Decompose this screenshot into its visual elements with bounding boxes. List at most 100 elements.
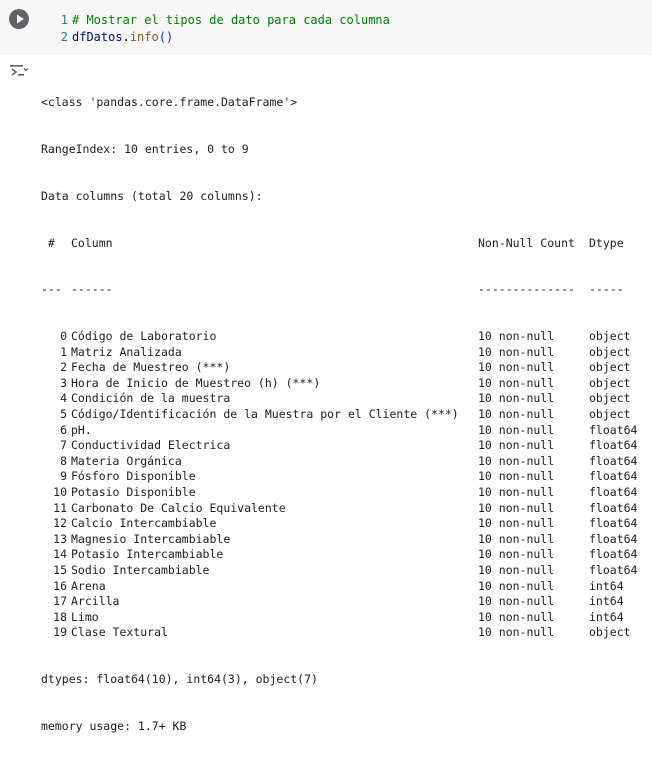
row-dtype: int64	[589, 578, 624, 593]
row-index: 12	[53, 516, 67, 531]
table-separator: --- ------ -------------- -----	[41, 282, 639, 298]
row-dtype: float64	[589, 453, 638, 468]
row-index: 9	[60, 469, 67, 484]
row-non-null-count: 10 non-null	[478, 485, 555, 500]
row-index: 14	[53, 547, 67, 562]
row-non-null-count: 10 non-null	[478, 578, 555, 593]
header-column: Column	[71, 235, 113, 250]
memory-line: memory usage: 1.7+ KB	[41, 718, 187, 733]
row-index: 8	[60, 453, 67, 468]
row-column-name: Potasio Disponible	[71, 485, 196, 500]
table-row: 12 Calcio Intercambiable 10 non-null float6…	[41, 516, 639, 532]
table-row: 14 Potasio Intercambiable 10 non-null float…	[41, 547, 639, 563]
row-column-name: Código/Identificación de la Muestra por …	[71, 407, 459, 422]
row-non-null-count: 10 non-null	[478, 609, 555, 624]
row-column-name: Fósforo Disponible	[71, 469, 196, 484]
code-line-2: 2 dfDatos.info()	[52, 29, 390, 46]
data-columns-line: Data columns (total 20 columns):	[41, 188, 263, 203]
row-non-null-count: 10 non-null	[478, 391, 555, 406]
row-dtype: object	[589, 344, 631, 359]
separator-idx: ---	[41, 282, 62, 297]
table-row: 18 Limo 10 non-null int64	[41, 610, 639, 626]
row-dtype: float64	[589, 516, 638, 531]
row-column-name: pH.	[71, 422, 92, 437]
row-column-name: Potasio Intercambiable	[71, 547, 224, 562]
row-index: 1	[60, 344, 67, 359]
table-row: 5 Código/Identificación de la Muestra por…	[41, 407, 639, 423]
row-column-name: Carbonato De Calcio Equivalente	[71, 500, 286, 515]
row-index: 6	[60, 422, 67, 437]
output-options-icon[interactable]	[9, 63, 29, 79]
row-dtype: float64	[589, 422, 638, 437]
play-icon	[17, 14, 24, 24]
row-column-name: Conductividad Electrica	[71, 438, 231, 453]
row-non-null-count: 10 non-null	[478, 360, 555, 375]
row-index: 16	[53, 578, 67, 593]
row-column-name: Condición de la muestra	[71, 391, 231, 406]
row-index: 18	[53, 609, 67, 624]
row-dtype: float64	[589, 531, 638, 546]
row-index: 10	[53, 485, 67, 500]
row-non-null-count: 10 non-null	[478, 344, 555, 359]
row-column-name: Sodio Intercambiable	[71, 563, 210, 577]
range-index-line: RangeIndex: 10 entries, 0 to 9	[41, 141, 249, 156]
row-non-null-count: 10 non-null	[478, 438, 555, 453]
row-column-name: Clase Textural	[71, 625, 168, 640]
code-identifier: dfDatos	[72, 30, 123, 44]
output-text: <class 'pandas.core.frame.DataFrame'> Ra…	[41, 64, 639, 766]
table-row: 0 Código de Laboratorio 10 non-null object	[41, 329, 639, 345]
row-non-null-count: 10 non-null	[478, 500, 555, 515]
row-column-name: Calcio Intercambiable	[71, 516, 217, 531]
row-non-null-count: 10 non-null	[478, 453, 555, 468]
header-count: Non-Null Count	[478, 235, 575, 250]
table-row: 10 Potasio Disponible 10 non-null float64	[41, 485, 639, 501]
table-rows: 0 Código de Laboratorio 10 non-null object 1…	[41, 329, 639, 641]
separator-column: ------	[71, 282, 113, 297]
line-number: 2	[60, 30, 68, 44]
table-row: 17 Arcilla 10 non-null int64	[41, 594, 639, 610]
row-index: 4	[60, 391, 67, 406]
row-index: 7	[60, 438, 67, 453]
row-dtype: float64	[589, 547, 638, 562]
row-dtype: object	[589, 407, 631, 422]
row-non-null-count: 10 non-null	[478, 547, 555, 562]
code-method: info	[129, 30, 159, 44]
row-column-name: Materia Orgánica	[71, 453, 182, 468]
table-row: 1 Matriz Analizada 10 non-null object	[41, 345, 639, 361]
code-parens: ()	[158, 30, 174, 44]
table-row: 16 Arena 10 non-null int64	[41, 579, 639, 595]
code-dot: .	[122, 30, 130, 44]
table-row: 13 Magnesio Intercambiable 10 non-null floa…	[41, 532, 639, 548]
run-cell-button[interactable]	[9, 9, 29, 29]
row-column-name: Matriz Analizada	[71, 344, 182, 359]
table-row: 11 Carbonato De Calcio Equivalente 10 non-…	[41, 501, 639, 517]
row-index: 3	[60, 375, 67, 390]
row-non-null-count: 10 non-null	[478, 625, 555, 640]
row-index: 0	[60, 329, 67, 344]
row-dtype: object	[589, 625, 631, 640]
table-header: # Column Non-Null Count Dtype	[41, 236, 639, 252]
row-dtype: object	[589, 391, 631, 406]
row-index: 17	[53, 594, 67, 609]
table-row: 8 Materia Orgánica 10 non-null float64	[41, 454, 639, 470]
row-index: 5	[60, 407, 67, 422]
row-column-name: Magnesio Intercambiable	[71, 531, 231, 546]
class-line: <class 'pandas.core.frame.DataFrame'>	[41, 95, 298, 110]
code-cell[interactable]: 1 # Mostrar el tipos de dato para cada co…	[0, 0, 652, 55]
row-dtype: object	[589, 360, 631, 375]
row-dtype: int64	[589, 594, 624, 609]
table-row: 4 Condición de la muestra 10 non-null objec…	[41, 391, 639, 407]
row-column-name: Fecha de Muestreo (***)	[71, 360, 231, 375]
header-idx: #	[41, 235, 55, 250]
row-non-null-count: 10 non-null	[478, 422, 555, 437]
row-dtype: object	[589, 375, 631, 390]
table-row: 15 Sodio Intercambiable 10 non-null float64	[41, 563, 639, 579]
row-dtype: float64	[589, 563, 638, 577]
table-row: 6 pH. 10 non-null float64	[41, 423, 639, 439]
row-non-null-count: 10 non-null	[478, 531, 555, 546]
row-non-null-count: 10 non-null	[478, 469, 555, 484]
table-row: 2 Fecha de Muestreo (***) 10 non-null objec…	[41, 360, 639, 376]
row-non-null-count: 10 non-null	[478, 563, 555, 577]
code-editor[interactable]: 1 # Mostrar el tipos de dato para cada co…	[52, 12, 390, 46]
row-index: 13	[53, 531, 67, 546]
